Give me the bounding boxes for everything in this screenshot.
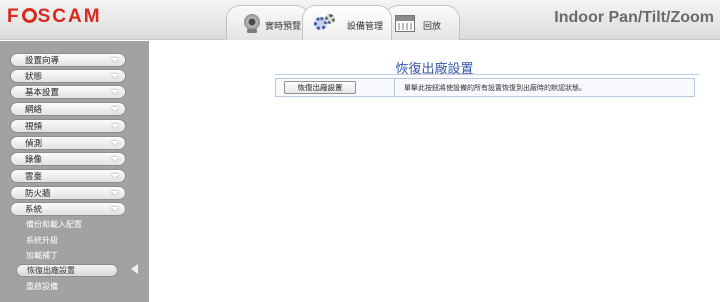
menu-video[interactable]: 視頻 (10, 119, 126, 133)
chevron-down-icon (111, 90, 119, 94)
menu-label: 防火牆 (25, 189, 51, 199)
main-panel: 恢復出廠設置 恢復出廠設置 單擊此按鈕將使設備的所有設置恢復到出廠時的默認狀態。 (149, 41, 720, 302)
chevron-down-icon (111, 58, 119, 62)
cell-divider (394, 79, 395, 96)
menu-system[interactable]: 系統 (10, 202, 126, 216)
menu-basic-settings[interactable]: 基本設置 (10, 85, 126, 99)
menu-label: 狀態 (25, 72, 43, 82)
submenu-reboot[interactable]: 重啟設備 (26, 281, 58, 292)
menu-label: 視頻 (25, 122, 43, 132)
tab-device-management[interactable]: 設備管理 (302, 5, 392, 40)
chevron-down-icon (111, 191, 119, 195)
chevron-down-icon (111, 207, 119, 211)
header: F SCAM 實時預覽 設備管理 回放 Indoor Pan/Tilt/Zoom (0, 0, 720, 40)
menu-status[interactable]: 狀態 (10, 69, 126, 83)
camera-icon (243, 14, 261, 34)
chevron-down-icon (111, 157, 119, 161)
calendar-icon (395, 15, 415, 32)
menu-network[interactable]: 網絡 (10, 102, 126, 116)
title-divider (275, 74, 699, 75)
chevron-down-icon (111, 124, 119, 128)
menu-label: 基本設置 (25, 88, 60, 98)
submenu-system-upgrade[interactable]: 系統升級 (26, 235, 58, 246)
tab-playback-label: 回放 (423, 22, 442, 32)
menu-label: 網絡 (25, 105, 43, 115)
submenu-factory-reset[interactable]: 恢復出廠設置 (16, 264, 118, 277)
submenu-factory-reset-label: 恢復出廠設置 (27, 266, 75, 275)
foscam-logo: F SCAM (7, 6, 102, 27)
product-name: Indoor Pan/Tilt/Zoom (554, 9, 714, 26)
sidebar: 設置向導 狀態 基本設置 網絡 視頻 偵測 錄像 雲臺 防火牆 系統 備份和載入… (0, 41, 149, 302)
menu-label: 系統 (25, 205, 43, 215)
tab-playback[interactable]: 回放 (384, 5, 460, 40)
menu-label: 雲臺 (25, 172, 43, 182)
menu-detection[interactable]: 偵測 (10, 136, 126, 150)
chevron-down-icon (111, 107, 119, 111)
chevron-down-icon (111, 74, 119, 78)
menu-ptz[interactable]: 雲臺 (10, 169, 126, 183)
menu-setup-wizard[interactable]: 設置向導 (10, 53, 126, 67)
tab-live-view[interactable]: 實時預覽 (226, 5, 310, 40)
submenu-load-patch[interactable]: 加載補丁 (26, 250, 58, 261)
menu-label: 設置向導 (25, 56, 60, 66)
factory-reset-row: 恢復出廠設置 單擊此按鈕將使設備的所有設置恢復到出廠時的默認狀態。 (275, 78, 695, 97)
chevron-down-icon (111, 141, 119, 145)
chevron-down-icon (111, 174, 119, 178)
submenu-backup-restore[interactable]: 備份和載入配置 (26, 219, 82, 230)
tab-device-management-label: 設備管理 (347, 22, 384, 32)
menu-label: 錄像 (25, 155, 43, 165)
factory-reset-button[interactable]: 恢復出廠設置 (284, 81, 356, 94)
active-pointer-icon (131, 264, 138, 274)
menu-recording[interactable]: 錄像 (10, 152, 126, 166)
tab-live-view-label: 實時預覽 (265, 22, 302, 32)
menu-firewall[interactable]: 防火牆 (10, 186, 126, 200)
gears-icon (314, 14, 338, 34)
menu-label: 偵測 (25, 139, 43, 149)
factory-reset-description: 單擊此按鈕將使設備的所有設置恢復到出廠時的默認狀態。 (404, 84, 586, 92)
